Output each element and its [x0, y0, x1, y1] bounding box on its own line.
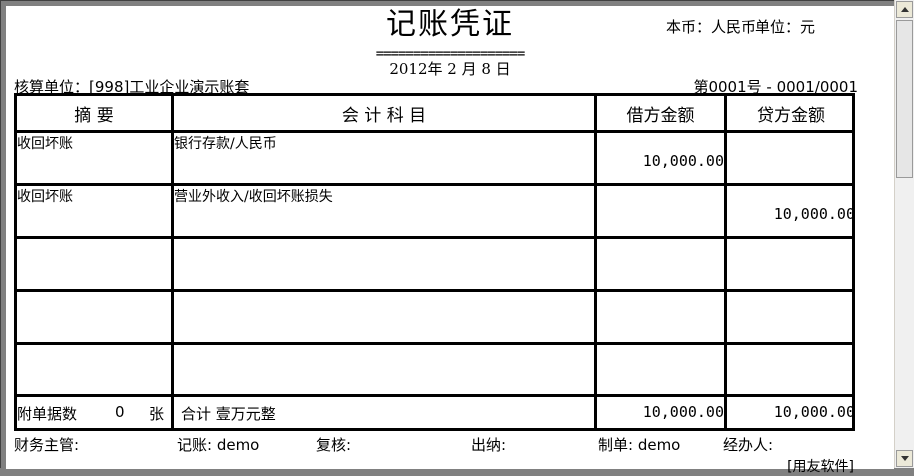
total-amount-words: 合计 壹万元整	[181, 405, 276, 423]
row-account: 银行存款/人民币	[174, 136, 277, 152]
row-divider	[17, 183, 852, 186]
header-account: 会 计 科 目	[341, 105, 427, 126]
total-debit: 10,000.00	[642, 403, 724, 421]
row-divider	[17, 342, 852, 345]
attachments-unit: 张	[149, 405, 165, 423]
attachments-count: 0	[115, 403, 125, 421]
handler-signature: 经办人:	[723, 436, 774, 454]
row-divider	[17, 394, 852, 397]
cashier-signature: 出纳:	[471, 436, 507, 454]
brand-label: [用友软件]	[787, 459, 854, 475]
currency-label: 本币：人民币	[666, 18, 757, 36]
row-divider	[17, 236, 852, 239]
row-summary: 收回坏账	[17, 136, 73, 152]
preparer-signature: 制单: demo	[598, 436, 681, 454]
voucher-page: 记账凭证 本币：人民币 单位：元 ==================== 20…	[6, 6, 894, 475]
header-summary: 摘 要	[74, 105, 114, 126]
header-debit: 借方金额	[626, 105, 695, 126]
row-summary: 收回坏账	[17, 189, 73, 205]
supervisor-signature: 财务主管:	[14, 436, 80, 454]
unit-label: 单位：元	[755, 18, 816, 36]
scroll-down-button[interactable]	[896, 450, 913, 467]
arrow-up-icon	[900, 7, 909, 12]
header-credit: 贷方金额	[757, 105, 825, 126]
column-divider	[594, 96, 597, 428]
row-account: 营业外收入/收回坏账损失	[174, 189, 333, 205]
row-debit: 10,000.00	[642, 152, 724, 170]
scroll-up-button[interactable]	[896, 1, 913, 18]
row-divider	[17, 130, 852, 133]
row-credit: 10,000.00	[773, 205, 855, 223]
column-divider	[724, 96, 727, 428]
row-divider	[17, 289, 852, 292]
reviewer-signature: 复核:	[316, 436, 352, 454]
scrollbar-thumb[interactable]	[896, 20, 913, 178]
vertical-scrollbar[interactable]	[894, 0, 914, 468]
total-credit: 10,000.00	[773, 403, 855, 421]
voucher-table: 摘 要 会 计 科 目 借方金额 贷方金额 收回坏账 银行存款/人民币 10,0…	[14, 93, 855, 431]
attachments-label: 附单据数	[17, 405, 78, 423]
bookkeeper-signature: 记账: demo	[177, 436, 260, 454]
print-preview-frame: 记账凭证 本币：人民币 单位：元 ==================== 20…	[0, 0, 914, 475]
arrow-down-icon	[900, 456, 909, 461]
